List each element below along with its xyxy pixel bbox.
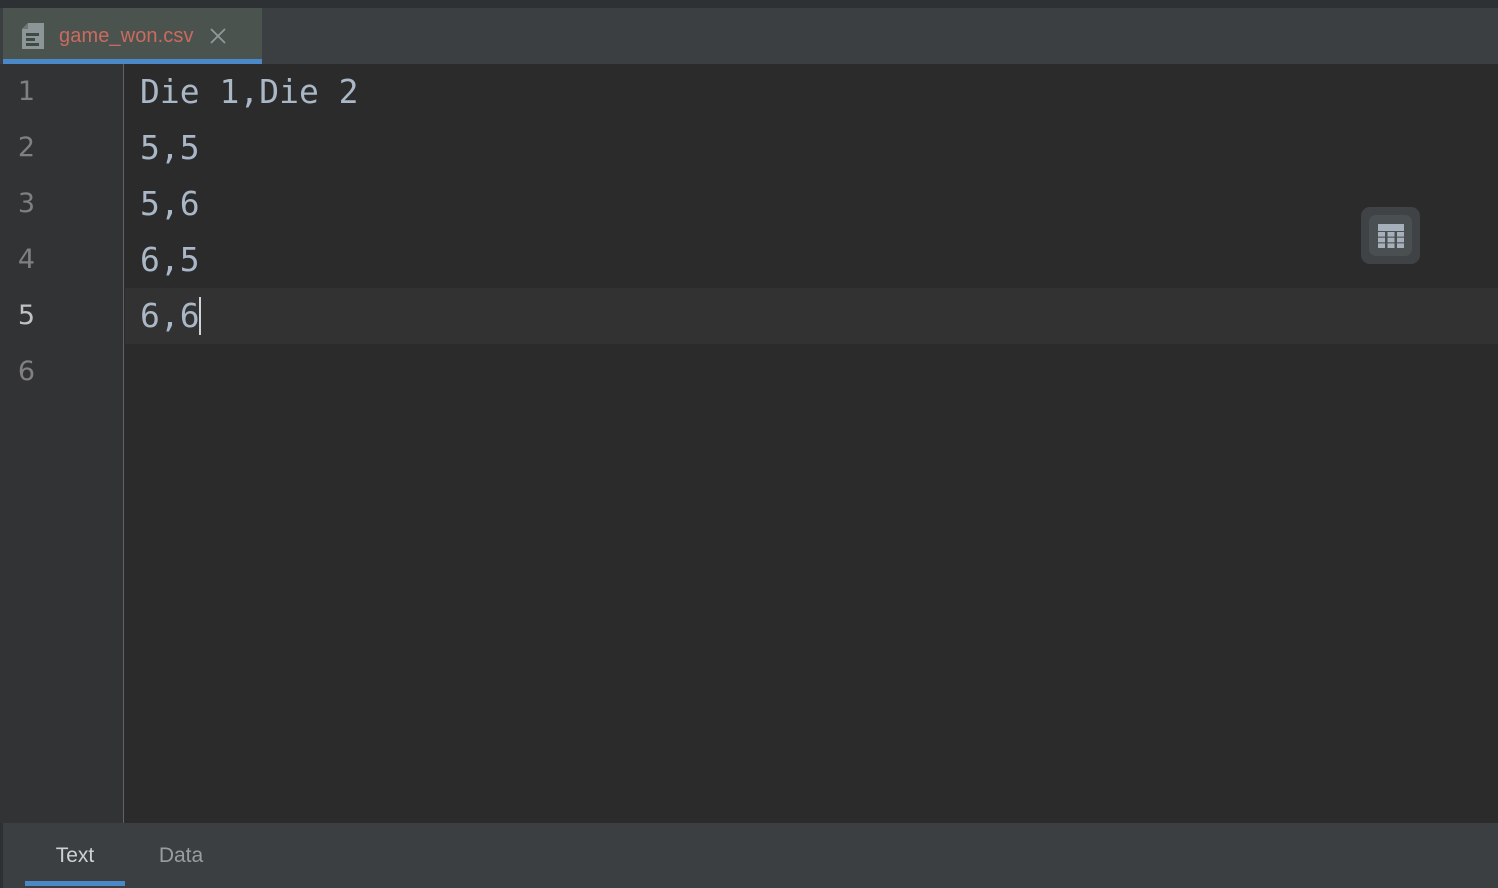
code-area[interactable]: Die 1,Die 2 5,5 5,6 6,5 6,6 bbox=[125, 64, 1498, 823]
editor-view-tab-bar: Text Data bbox=[0, 823, 1498, 888]
editor-window: game_won.csv 1 2 3 4 5 6 Die 1,Die 2 5,5… bbox=[0, 0, 1498, 888]
code-line-text: Die 1,Die 2 bbox=[140, 72, 359, 111]
code-line[interactable]: 5,5 bbox=[125, 120, 1498, 176]
line-number: 4 bbox=[17, 244, 35, 275]
code-line-text: 5,6 bbox=[140, 184, 200, 223]
line-number: 1 bbox=[17, 76, 35, 107]
line-number: 3 bbox=[17, 188, 35, 219]
open-as-table-button[interactable] bbox=[1361, 207, 1420, 264]
editor-tab-bar: game_won.csv bbox=[0, 8, 1498, 64]
line-number-active: 5 bbox=[17, 300, 35, 331]
bottom-tab-group: Text Data bbox=[3, 823, 1498, 888]
editor-tab-label: game_won.csv bbox=[59, 24, 194, 47]
code-line[interactable]: 6,5 bbox=[125, 232, 1498, 288]
code-line-current[interactable]: 6,6 bbox=[125, 288, 1498, 344]
code-line-text: 5,5 bbox=[140, 128, 200, 167]
table-icon bbox=[1369, 215, 1412, 256]
code-line-text: 6,5 bbox=[140, 240, 200, 279]
editor-tab-game-won-csv[interactable]: game_won.csv bbox=[3, 8, 262, 64]
bottom-tab-data[interactable]: Data bbox=[134, 826, 228, 886]
window-top-strip bbox=[0, 0, 1498, 8]
bottom-tab-label: Text bbox=[55, 844, 95, 867]
close-icon[interactable] bbox=[207, 25, 229, 47]
code-line-text: 6,6 bbox=[140, 296, 200, 335]
line-number-gutter[interactable]: 1 2 3 4 5 6 bbox=[0, 64, 124, 823]
active-bottom-tab-indicator bbox=[25, 881, 125, 886]
text-caret bbox=[198, 297, 201, 335]
line-number: 6 bbox=[17, 356, 35, 387]
bottom-tab-label: Data bbox=[158, 844, 204, 867]
bottom-tab-text[interactable]: Text bbox=[25, 826, 125, 886]
code-line[interactable]: 5,6 bbox=[125, 176, 1498, 232]
code-line[interactable]: Die 1,Die 2 bbox=[125, 64, 1498, 120]
csv-file-icon bbox=[22, 23, 44, 49]
line-number: 2 bbox=[17, 132, 35, 163]
editor-body: 1 2 3 4 5 6 Die 1,Die 2 5,5 5,6 6,5 6,6 bbox=[0, 64, 1498, 823]
code-line[interactable] bbox=[125, 344, 1498, 400]
